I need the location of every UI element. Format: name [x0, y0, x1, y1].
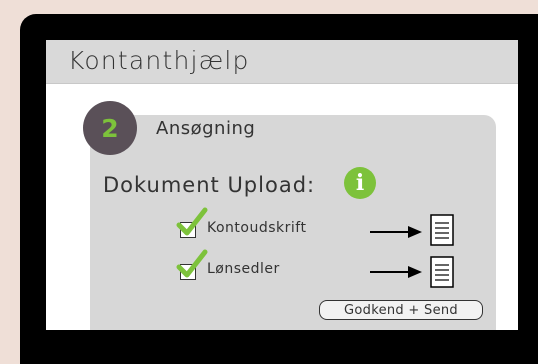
step-number: 2 [101, 113, 119, 143]
app-screen: Kontanthjælp 2 Ansøgning Dokument Upload… [46, 40, 518, 330]
app-title: Kontanthjælp [68, 46, 250, 75]
checkmark-icon [176, 207, 208, 236]
arrow-right-icon [370, 226, 422, 238]
info-icon[interactable]: i [344, 167, 376, 199]
document-icon[interactable] [430, 256, 454, 288]
step-indicator: 2 [83, 101, 137, 155]
arrow-right-icon [370, 266, 422, 278]
step-title: Ansøgning [156, 118, 256, 139]
approve-send-button[interactable]: Godkend + Send [319, 300, 483, 320]
kontoudskrift-label: Kontoudskrift [207, 220, 307, 236]
checkmark-icon [176, 249, 208, 278]
document-upload-heading: Dokument Upload: [103, 173, 316, 197]
title-bar: Kontanthjælp [46, 40, 518, 84]
document-icon[interactable] [430, 214, 454, 246]
lonsedler-label: Lønsedler [207, 261, 280, 277]
